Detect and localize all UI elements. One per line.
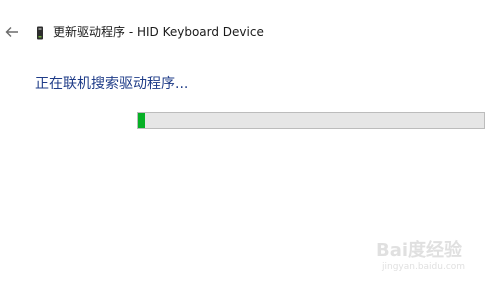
window-title: 更新驱动程序 - HID Keyboard Device	[53, 25, 264, 39]
baidu-watermark: Bai度经验 jingyan.baidu.com	[376, 236, 476, 280]
progress-bar	[137, 112, 485, 129]
back-arrow-icon	[5, 27, 18, 37]
title-bar: 更新驱动程序 - HID Keyboard Device	[0, 0, 493, 64]
search-status-text: 正在联机搜索驱动程序...	[35, 76, 189, 92]
watermark-url: jingyan.baidu.com	[382, 262, 466, 272]
watermark-logo-text: Bai度经验	[376, 240, 463, 261]
progress-fill	[138, 113, 145, 128]
update-driver-window: 更新驱动程序 - HID Keyboard Device 正在联机搜索驱动程序.…	[0, 0, 493, 292]
back-button[interactable]	[4, 24, 20, 40]
keyboard-device-icon	[36, 25, 44, 40]
